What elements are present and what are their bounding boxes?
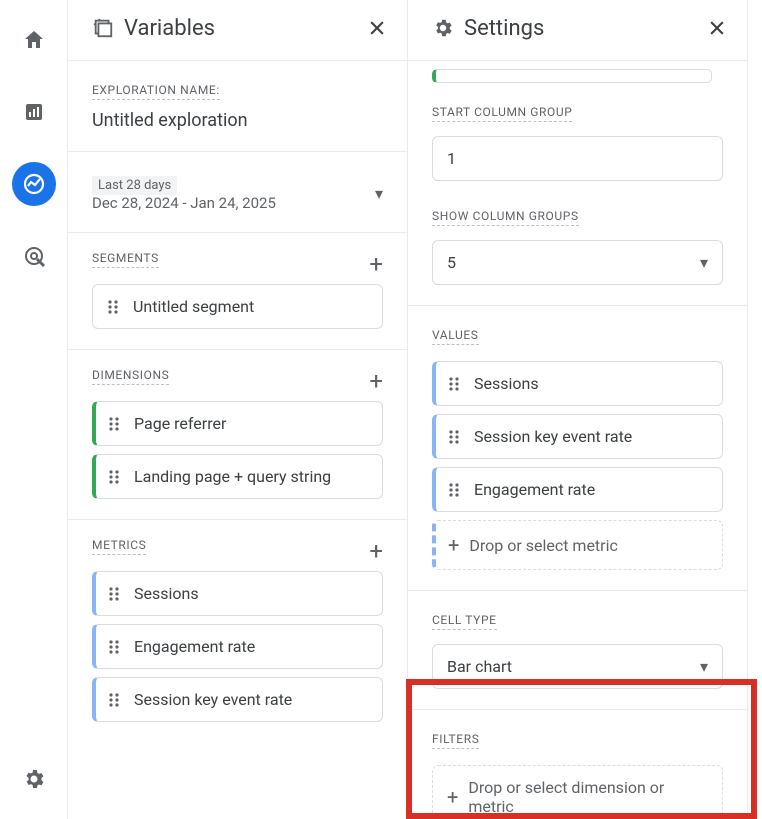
caret-down-icon: ▾ xyxy=(700,253,708,272)
plus-icon: + xyxy=(448,533,459,557)
drag-handle-icon xyxy=(107,299,119,315)
segments-label: SEGMENTS xyxy=(92,251,159,268)
variables-title-icon xyxy=(92,17,114,39)
segment-chip[interactable]: Untitled segment xyxy=(92,284,383,329)
filters-section: FILTERS + Drop or select dimension or me… xyxy=(408,710,747,819)
metric-chip-label: Sessions xyxy=(134,584,199,603)
variables-panel: Variables EXPLORATION NAME: Untitled exp… xyxy=(68,0,408,819)
show-column-value: 5 xyxy=(447,253,456,272)
drag-handle-icon xyxy=(108,416,120,432)
add-metric-button[interactable]: + xyxy=(369,539,383,563)
drag-handle-icon xyxy=(448,429,460,445)
start-column-label: START COLUMN GROUP xyxy=(432,105,572,122)
value-drop-label: Drop or select metric xyxy=(469,536,618,555)
date-preset: Last 28 days xyxy=(92,176,177,195)
drag-handle-icon xyxy=(448,482,460,498)
dimension-chip-label: Landing page + query string xyxy=(134,467,331,486)
filters-label: FILTERS xyxy=(432,732,479,749)
admin-gear-icon[interactable] xyxy=(12,757,56,801)
add-dimension-button[interactable]: + xyxy=(369,369,383,393)
advertising-icon[interactable] xyxy=(12,234,56,278)
date-range-picker[interactable]: Last 28 days Dec 28, 2024 - Jan 24, 2025… xyxy=(92,174,383,212)
settings-close-icon[interactable] xyxy=(701,12,733,44)
exploration-name-label: EXPLORATION NAME: xyxy=(92,83,220,100)
metric-chip-label: Engagement rate xyxy=(134,637,255,656)
value-chip[interactable]: Sessions xyxy=(432,361,723,406)
variables-close-icon[interactable] xyxy=(361,12,393,44)
start-column-input[interactable]: 1 xyxy=(432,136,723,181)
settings-panel: Settings START COLUMN GROUP 1 SHOW COLUM… xyxy=(408,0,748,819)
metric-chip[interactable]: Engagement rate xyxy=(92,624,383,669)
exploration-name-value[interactable]: Untitled exploration xyxy=(92,110,383,131)
cell-type-label: CELL TYPE xyxy=(432,613,497,630)
cell-type-select[interactable]: Bar chart ▾ xyxy=(432,644,723,689)
date-range-section: Last 28 days Dec 28, 2024 - Jan 24, 2025… xyxy=(68,152,407,233)
metrics-section: METRICS + Sessions Engagement rate Sess xyxy=(68,520,407,742)
drag-handle-icon xyxy=(108,639,120,655)
dimension-chip[interactable]: Page referrer xyxy=(92,401,383,446)
show-column-section: SHOW COLUMN GROUPS 5 ▾ xyxy=(408,187,747,306)
show-column-label: SHOW COLUMN GROUPS xyxy=(432,209,579,226)
cell-type-section: CELL TYPE Bar chart ▾ xyxy=(408,591,747,710)
segment-chip-label: Untitled segment xyxy=(133,297,254,316)
dimension-chip[interactable]: Landing page + query string xyxy=(92,454,383,499)
reports-icon[interactable] xyxy=(12,90,56,134)
values-section: VALUES Sessions Session key event rate E… xyxy=(408,306,747,591)
settings-header: Settings xyxy=(408,0,747,60)
value-chip-label: Sessions xyxy=(474,374,539,393)
add-segment-button[interactable]: + xyxy=(369,252,383,276)
exploration-name-section: EXPLORATION NAME: Untitled exploration xyxy=(68,61,407,152)
filters-drop-target[interactable]: + Drop or select dimension or metric xyxy=(432,765,723,819)
metrics-label: METRICS xyxy=(92,538,146,555)
metric-chip[interactable]: Session key event rate xyxy=(92,677,383,722)
drag-handle-icon xyxy=(108,586,120,602)
dimensions-section: DIMENSIONS + Page referrer Landing page … xyxy=(68,350,407,520)
drag-handle-icon xyxy=(108,469,120,485)
value-chip[interactable]: Engagement rate xyxy=(432,467,723,512)
filters-drop-label: Drop or select dimension or metric xyxy=(468,778,708,816)
explore-icon[interactable] xyxy=(12,162,56,206)
home-icon[interactable] xyxy=(12,18,56,62)
caret-down-icon: ▾ xyxy=(700,657,708,676)
settings-gear-icon xyxy=(432,17,454,39)
date-range-text: Dec 28, 2024 - Jan 24, 2025 xyxy=(92,194,276,212)
value-chip-label: Session key event rate xyxy=(474,427,632,446)
caret-down-icon: ▾ xyxy=(375,184,383,203)
segments-section: SEGMENTS + Untitled segment xyxy=(68,233,407,350)
metric-chip[interactable]: Sessions xyxy=(92,571,383,616)
cell-type-value: Bar chart xyxy=(447,657,512,676)
drag-handle-icon xyxy=(108,692,120,708)
left-nav xyxy=(0,0,68,819)
variables-title: Variables xyxy=(124,16,215,41)
value-chip-label: Engagement rate xyxy=(474,480,595,499)
drag-handle-icon xyxy=(448,376,460,392)
plus-icon: + xyxy=(447,785,458,809)
start-column-section: START COLUMN GROUP 1 xyxy=(408,83,747,187)
metric-chip-label: Session key event rate xyxy=(134,690,292,709)
dimensions-label: DIMENSIONS xyxy=(92,368,169,385)
variables-header: Variables xyxy=(68,0,407,60)
value-chip[interactable]: Session key event rate xyxy=(432,414,723,459)
start-column-value: 1 xyxy=(447,149,456,168)
settings-title: Settings xyxy=(464,16,544,41)
dimension-chip-label: Page referrer xyxy=(134,414,226,433)
value-drop-target[interactable]: + Drop or select metric xyxy=(432,520,723,570)
partial-chip[interactable] xyxy=(432,69,712,83)
show-column-select[interactable]: 5 ▾ xyxy=(432,240,723,285)
values-label: VALUES xyxy=(432,328,479,345)
